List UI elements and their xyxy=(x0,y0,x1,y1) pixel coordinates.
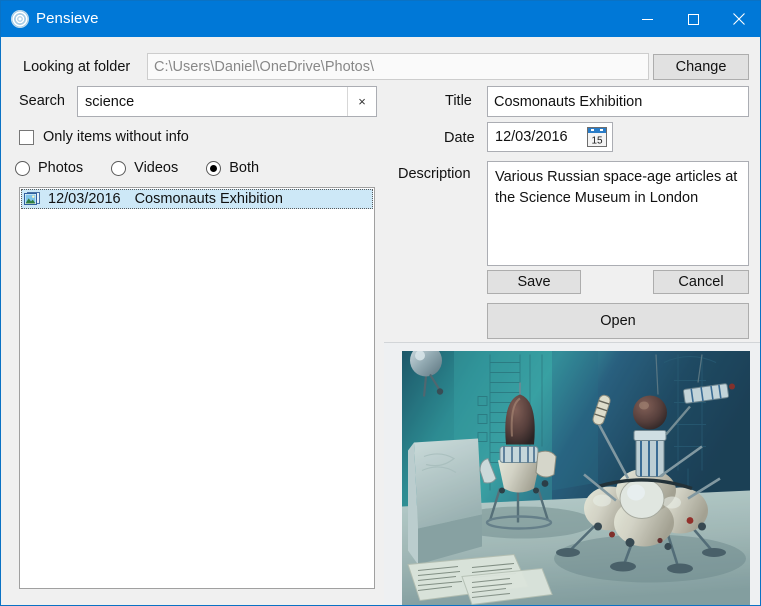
titlebar: Pensieve xyxy=(1,1,760,37)
window-controls xyxy=(624,1,760,37)
minimize-icon[interactable] xyxy=(624,1,670,37)
search-input[interactable]: science xyxy=(78,87,347,116)
radio-photos-dot[interactable] xyxy=(15,160,30,176)
media-type-radio-group: Photos Videos Both xyxy=(15,160,287,176)
preview-pane xyxy=(384,342,760,605)
picture-icon xyxy=(24,192,40,206)
change-folder-button[interactable]: Change xyxy=(653,54,749,80)
radio-videos-dot[interactable] xyxy=(111,160,127,176)
cancel-button[interactable]: Cancel xyxy=(653,270,749,294)
radio-photos[interactable]: Photos xyxy=(15,160,83,176)
spiral-icon xyxy=(11,10,29,28)
save-button[interactable]: Save xyxy=(487,270,581,294)
open-button[interactable]: Open xyxy=(487,303,749,339)
folder-path-field[interactable]: C:\Users\Daniel\OneDrive\Photos\ xyxy=(147,53,649,80)
radio-both-label: Both xyxy=(229,160,260,176)
only-items-without-info-checkbox[interactable]: Only items without info xyxy=(19,129,189,145)
title-input[interactable]: Cosmonauts Exhibition xyxy=(487,86,749,117)
description-label: Description xyxy=(398,166,471,182)
preview-photo[interactable] xyxy=(402,351,750,605)
title-label: Title xyxy=(445,93,472,109)
radio-both[interactable]: Both xyxy=(206,160,259,176)
description-textarea[interactable]: Various Russian space-age articles at th… xyxy=(487,161,749,266)
search-label: Search xyxy=(19,93,65,109)
checkbox-label: Only items without info xyxy=(43,129,189,145)
date-value[interactable]: 12/03/2016 xyxy=(495,129,585,145)
folder-label: Looking at folder xyxy=(23,59,131,75)
results-listbox[interactable]: 12/03/2016 Cosmonauts Exhibition xyxy=(19,187,375,589)
radio-both-dot[interactable] xyxy=(206,160,222,176)
checkbox-box[interactable] xyxy=(19,129,34,145)
list-item-date: 12/03/2016 xyxy=(48,191,121,207)
radio-videos-label: Videos xyxy=(134,160,179,176)
close-icon[interactable] xyxy=(716,1,760,37)
window-title: Pensieve xyxy=(36,10,99,27)
calendar-icon[interactable]: 15 xyxy=(585,125,609,149)
clear-search-icon[interactable]: × xyxy=(347,87,376,116)
list-item[interactable]: 12/03/2016 Cosmonauts Exhibition xyxy=(21,189,373,209)
date-label: Date xyxy=(444,130,475,146)
list-item-title: Cosmonauts Exhibition xyxy=(134,191,283,207)
maximize-icon[interactable] xyxy=(670,1,716,37)
search-box: science × xyxy=(77,86,377,117)
radio-photos-label: Photos xyxy=(38,160,84,176)
pensieve-window: Pensieve Looking at folder C:\Users\Dani… xyxy=(0,0,761,606)
svg-text:15: 15 xyxy=(591,136,603,147)
date-input[interactable]: 12/03/2016 15 xyxy=(487,122,613,152)
radio-videos[interactable]: Videos xyxy=(111,160,178,176)
